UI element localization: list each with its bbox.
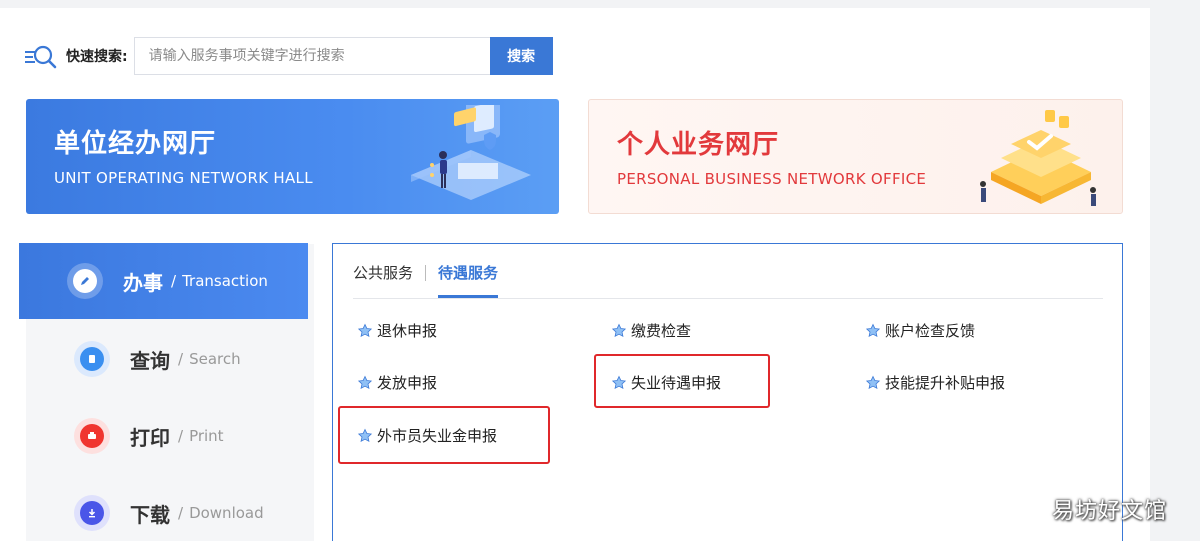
nav-icon-wrap bbox=[67, 263, 103, 299]
nav-item-search[interactable]: 查询 / Search bbox=[26, 321, 314, 397]
nav-separator: / bbox=[171, 272, 177, 290]
nav-separator: / bbox=[178, 427, 184, 445]
edit-icon bbox=[73, 269, 97, 293]
nav-label: 下载 bbox=[130, 502, 170, 527]
star-icon bbox=[357, 375, 373, 389]
personal-hall-banner[interactable]: 个人业务网厅 PERSONAL BUSINESS NETWORK OFFICE bbox=[588, 99, 1123, 214]
nav-label-en: Print bbox=[189, 427, 224, 445]
service-label: 技能提升补贴申报 bbox=[885, 374, 1006, 392]
unit-hall-banner[interactable]: 单位经办网厅 UNIT OPERATING NETWORK HALL bbox=[26, 99, 559, 214]
nav-separator: / bbox=[178, 350, 184, 368]
service-item[interactable]: 缴费检查 bbox=[611, 320, 691, 341]
star-icon bbox=[611, 323, 627, 337]
search-label: 快速搜索: bbox=[66, 49, 128, 65]
tab-underline-divider bbox=[353, 298, 1103, 299]
nav-item-transaction[interactable]: 办事 / Transaction bbox=[19, 243, 308, 319]
quick-search-bar: 快速搜索: 搜索 bbox=[24, 36, 553, 76]
service-tabs: 公共服务 待遇服务 bbox=[353, 262, 499, 298]
star-icon bbox=[865, 323, 881, 337]
service-panel: 公共服务 待遇服务 退休申报 缴费检查 账户检查反馈 发放申报 失业待遇申报 技… bbox=[332, 243, 1123, 541]
nav-icon-wrap bbox=[74, 341, 110, 377]
highlight-box bbox=[338, 406, 550, 464]
nav-label-en: Transaction bbox=[182, 272, 268, 290]
page-container: 快速搜索: 搜索 单位经办网厅 UNIT OPERATING NETWORK H… bbox=[0, 8, 1150, 541]
service-item[interactable]: 退休申报 bbox=[357, 320, 437, 341]
highlight-box bbox=[594, 354, 770, 408]
search-input[interactable] bbox=[133, 37, 490, 75]
service-item[interactable]: 账户检查反馈 bbox=[865, 320, 975, 341]
printer-icon bbox=[80, 424, 104, 448]
document-icon bbox=[80, 347, 104, 371]
search-button[interactable]: 搜索 bbox=[489, 37, 553, 75]
nav-label: 打印 bbox=[130, 425, 170, 450]
unit-hall-subtitle: UNIT OPERATING NETWORK HALL bbox=[54, 169, 313, 187]
personal-hall-title: 个人业务网厅 bbox=[617, 130, 780, 160]
download-icon bbox=[80, 501, 104, 525]
star-icon bbox=[865, 375, 881, 389]
nav-label: 办事 bbox=[123, 270, 163, 295]
service-label: 发放申报 bbox=[377, 374, 438, 392]
nav-item-print[interactable]: 打印 / Print bbox=[26, 398, 314, 474]
personal-hall-subtitle: PERSONAL BUSINESS NETWORK OFFICE bbox=[617, 170, 927, 188]
nav-separator: / bbox=[178, 504, 184, 522]
nav-item-download[interactable]: 下载 / Download bbox=[26, 475, 314, 541]
nav-label-en: Search bbox=[189, 350, 241, 368]
tab-benefit-service[interactable]: 待遇服务 bbox=[438, 262, 499, 298]
nav-icon-wrap bbox=[74, 495, 110, 531]
page-gutter bbox=[1150, 0, 1200, 541]
nav-label-en: Download bbox=[189, 504, 264, 522]
nav-icon-wrap bbox=[74, 418, 110, 454]
tab-divider bbox=[425, 265, 427, 281]
service-label: 缴费检查 bbox=[631, 322, 692, 340]
office-illustration-icon bbox=[396, 99, 546, 209]
service-label: 退休申报 bbox=[377, 322, 438, 340]
nav-label: 查询 bbox=[130, 348, 170, 373]
tab-public-service[interactable]: 公共服务 bbox=[353, 262, 413, 298]
unit-hall-title: 单位经办网厅 bbox=[54, 129, 217, 159]
search-icon bbox=[24, 43, 58, 69]
watermark-text: 易坊好文馆 bbox=[1052, 499, 1168, 524]
personal-illustration-icon bbox=[971, 106, 1111, 213]
service-item[interactable]: 发放申报 bbox=[357, 372, 437, 393]
star-icon bbox=[357, 323, 373, 337]
service-label: 账户检查反馈 bbox=[885, 322, 976, 340]
service-item[interactable]: 技能提升补贴申报 bbox=[865, 372, 1005, 393]
